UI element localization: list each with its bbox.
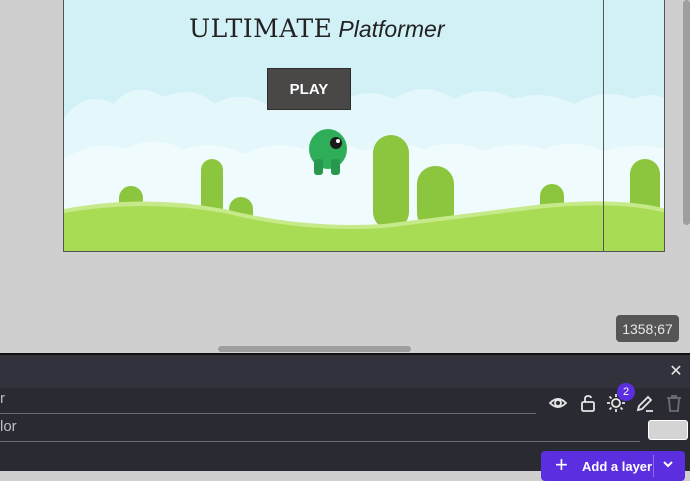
layers-panel: ✕ r 2 lor + Add a layer bbox=[0, 353, 690, 481]
button-separator bbox=[653, 455, 654, 477]
title-sub: Platformer bbox=[338, 16, 445, 42]
title-main: ULTIMATE bbox=[189, 14, 333, 43]
background-color-label: lor bbox=[0, 418, 17, 435]
unlock-icon[interactable] bbox=[578, 393, 600, 415]
vertical-scrollbar[interactable] bbox=[683, 0, 690, 225]
close-icon[interactable]: ✕ bbox=[668, 364, 684, 380]
plus-icon: + bbox=[555, 452, 568, 477]
scene-canvas[interactable]: ULTIMATE Platformer PLAY 1358;67 bbox=[0, 0, 690, 353]
chevron-down-icon[interactable] bbox=[661, 457, 675, 476]
game-viewport[interactable]: ULTIMATE Platformer PLAY bbox=[63, 0, 665, 252]
viewport-boundary bbox=[603, 0, 604, 251]
lights-count-badge: 2 bbox=[617, 383, 635, 401]
pencil-icon[interactable] bbox=[635, 393, 657, 415]
color-underline bbox=[0, 441, 640, 442]
layer-name-underline bbox=[0, 413, 536, 414]
layer-name-field[interactable]: r bbox=[0, 390, 5, 407]
horizontal-scrollbar[interactable] bbox=[218, 346, 411, 352]
panel-header bbox=[0, 355, 690, 388]
cursor-coordinates: 1358;67 bbox=[616, 315, 679, 342]
add-layer-label: Add a layer bbox=[582, 459, 653, 474]
add-layer-button[interactable]: + Add a layer bbox=[541, 451, 685, 481]
eye-icon[interactable] bbox=[548, 393, 570, 415]
game-title: ULTIMATE Platformer bbox=[189, 14, 445, 43]
background-color-swatch[interactable] bbox=[648, 420, 688, 440]
trash-icon[interactable] bbox=[664, 393, 686, 415]
play-button[interactable]: PLAY bbox=[267, 68, 351, 110]
